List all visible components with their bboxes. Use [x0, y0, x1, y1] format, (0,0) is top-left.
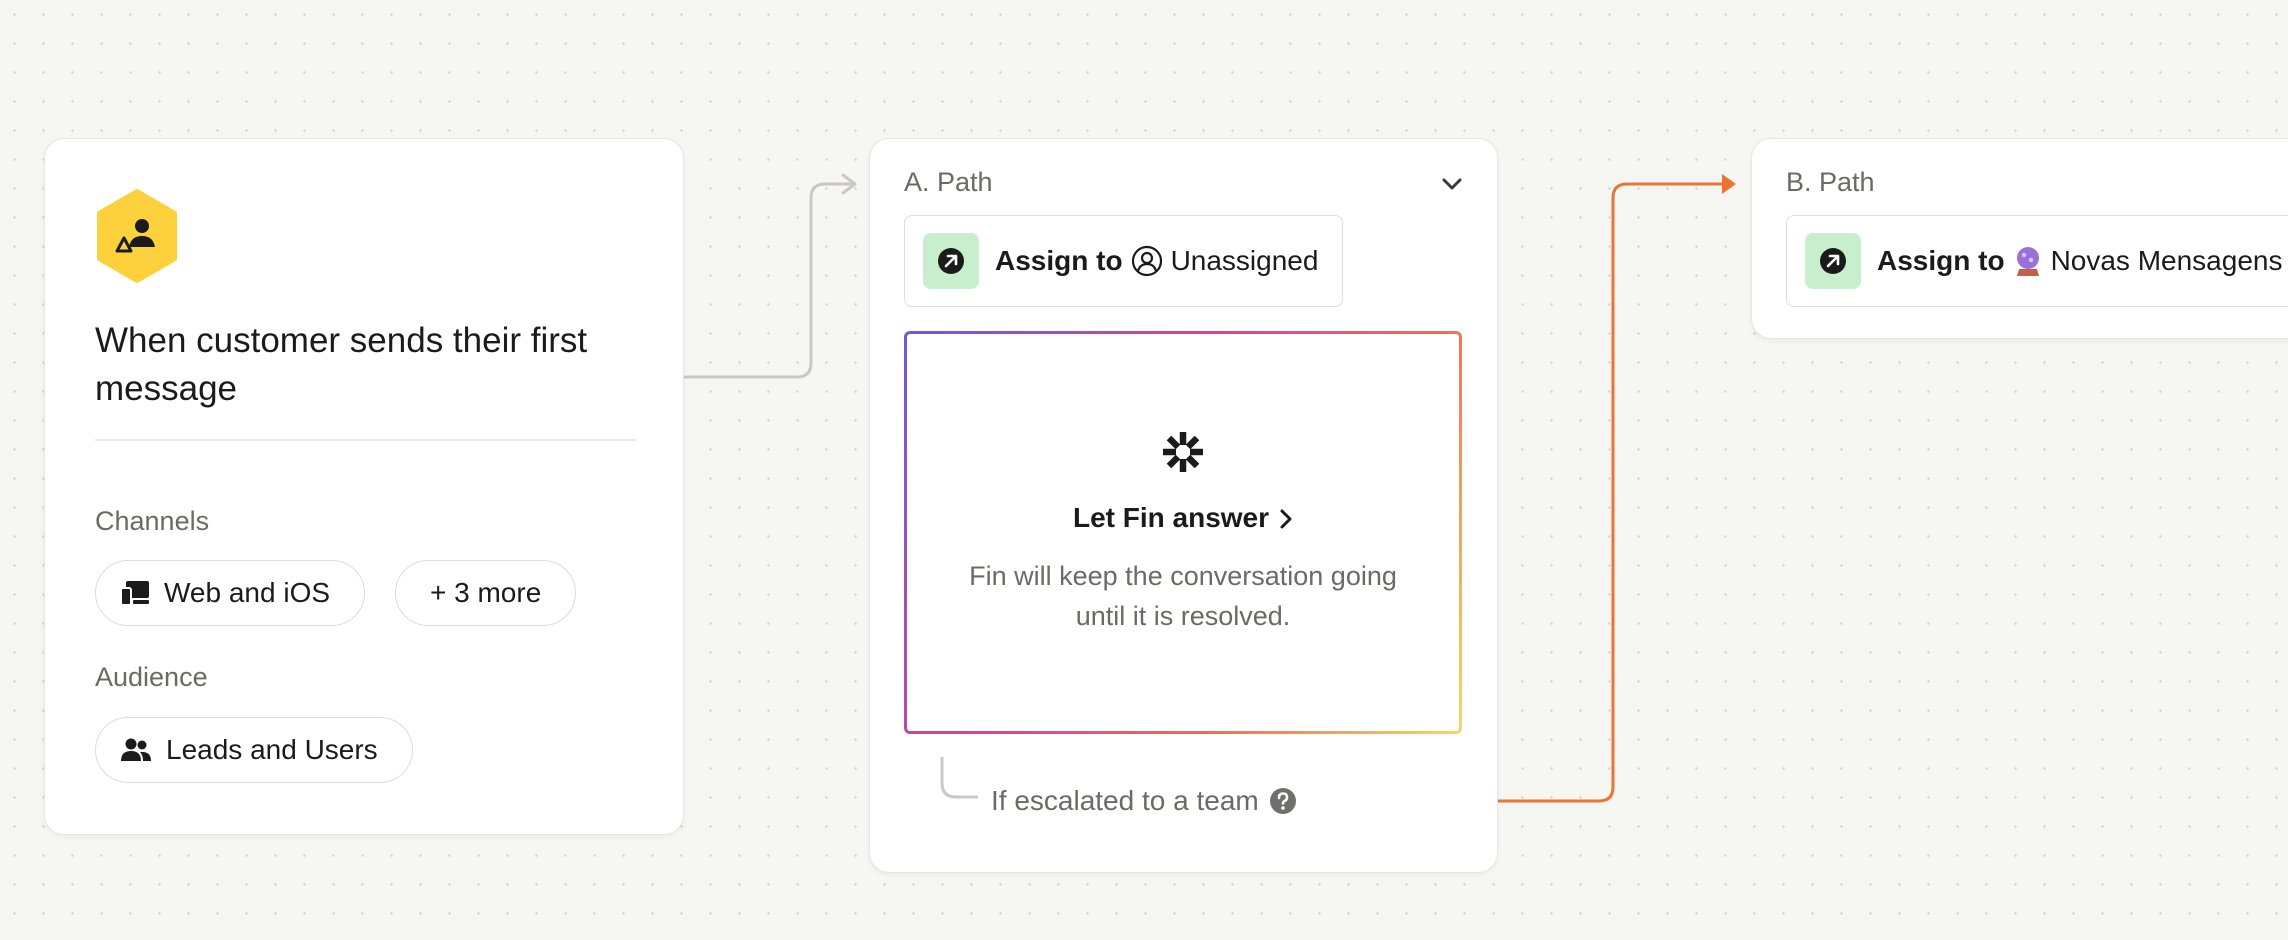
help-icon[interactable]	[1269, 787, 1297, 815]
users-icon	[121, 738, 151, 761]
assign-label: Assign to	[995, 245, 1123, 276]
channel-more-chip[interactable]: + 3 more	[395, 560, 577, 626]
chevron-down-icon[interactable]	[1441, 177, 1463, 191]
escalation-label: If escalated to a team	[991, 785, 1259, 816]
channels-label: Channels	[95, 506, 210, 536]
fin-answer-block[interactable]: Let Fin answer Fin will keep the convers…	[904, 331, 1462, 734]
escalation-branch[interactable]: If escalated to a team	[991, 785, 1297, 817]
branch-connector	[940, 757, 978, 799]
fin-title: Let Fin answer	[1072, 502, 1270, 533]
assign-icon	[923, 233, 979, 289]
channel-chip-label: Web and iOS	[164, 577, 331, 608]
audience-label: Audience	[95, 662, 208, 692]
connector-trigger-to-path-a	[684, 182, 852, 379]
audience-chip[interactable]: Leads and Users	[95, 717, 413, 783]
path-a-label: A. Path	[904, 167, 993, 197]
audience-chip-label: Leads and Users	[166, 734, 378, 765]
channel-more-label: + 3 more	[430, 577, 542, 608]
trigger-card[interactable]: When customer sends their first message …	[44, 138, 684, 835]
path-a-card[interactable]: A. Path Assign to Unassigned Let Fin ans…	[869, 138, 1498, 873]
assign-value: Novas Mensagens	[2050, 245, 2283, 276]
trigger-title: When customer sends their first message	[95, 321, 588, 408]
chevron-right-icon	[1280, 509, 1292, 529]
assign-label: Assign to	[1877, 245, 2005, 276]
team-avatar-icon	[2016, 247, 2039, 276]
workflow-canvas[interactable]: When customer sends their first message …	[0, 0, 2288, 940]
assign-action-team[interactable]: Assign to Novas Mensagens	[1786, 215, 2288, 307]
fin-title-link[interactable]: Let Fin answer	[907, 502, 1459, 534]
channel-chip-web-ios[interactable]: Web and iOS	[95, 560, 366, 626]
divider	[95, 439, 636, 441]
fin-icon	[1163, 432, 1203, 472]
fin-description: Fin will keep the conversation going unt…	[969, 561, 1397, 631]
channels-icon	[120, 581, 149, 606]
path-b-card[interactable]: B. Path Assign to Novas Mensagens	[1751, 138, 2288, 339]
person-circle-icon	[1131, 245, 1162, 277]
assign-value: Unassigned	[1170, 245, 1319, 276]
arrowhead-gray	[841, 173, 857, 195]
trigger-hex-icon	[97, 189, 177, 283]
arrowhead-orange	[1722, 174, 1736, 194]
path-b-label: B. Path	[1786, 167, 1875, 197]
assign-icon	[1805, 233, 1861, 289]
assign-action-unassigned[interactable]: Assign to Unassigned	[904, 215, 1343, 307]
